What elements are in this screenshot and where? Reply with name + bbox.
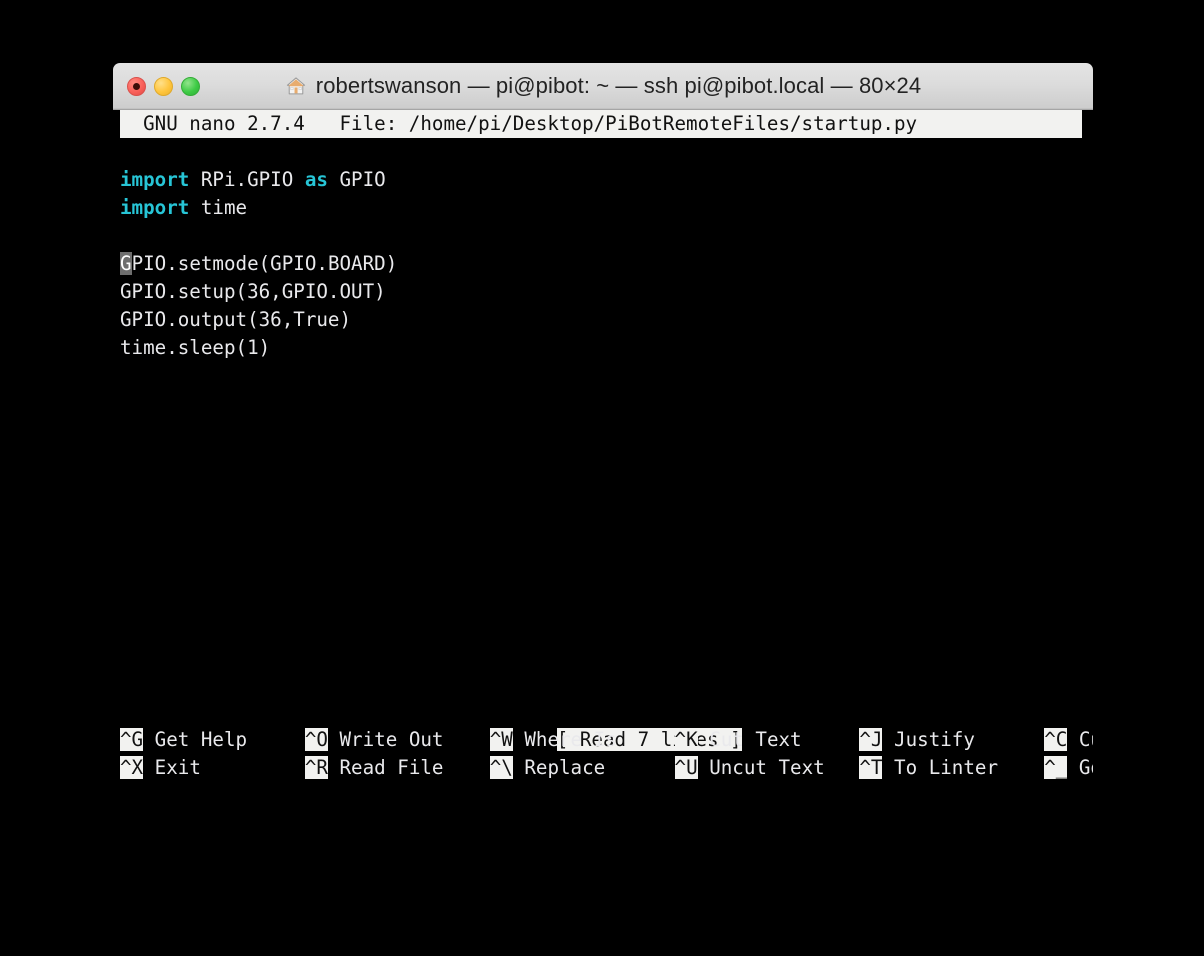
shortcut-key-replace[interactable]: ^\ <box>489 756 513 779</box>
editor-line: import time <box>120 194 1086 222</box>
close-button[interactable] <box>127 76 146 96</box>
shortcut-key-exit[interactable]: ^X <box>120 756 144 779</box>
code-text: GPIO.setup(36,GPIO.OUT) <box>120 280 386 303</box>
shortcut-key-cur-pos[interactable]: ^C <box>1044 728 1068 751</box>
window-controls <box>127 63 200 109</box>
shortcut-key-to-linter[interactable]: ^T <box>859 756 883 779</box>
editor-line: import RPi.GPIO as GPIO <box>120 166 1086 194</box>
shortcut-key-where-is[interactable]: ^W <box>489 728 513 751</box>
shortcut-label-replace[interactable]: Replace <box>513 756 675 779</box>
shortcut-key-write-out[interactable]: ^O <box>304 728 328 751</box>
terminal-screen[interactable]: GNU nano 2.7.4 File: /home/pi/Desktop/Pi… <box>113 110 1093 794</box>
zoom-button[interactable] <box>181 76 200 96</box>
window-titlebar[interactable]: robertswanson — pi@pibot: ~ — ssh pi@pib… <box>113 63 1093 110</box>
editor-line: GPIO.setup(36,GPIO.OUT) <box>120 278 1086 306</box>
shortcut-key-justify[interactable]: ^J <box>859 728 883 751</box>
home-icon <box>286 77 305 95</box>
shortcut-key-uncut-text[interactable]: ^U <box>674 756 698 779</box>
nano-titlebar: GNU nano 2.7.4 File: /home/pi/Desktop/Pi… <box>120 110 1082 138</box>
python-keyword: import <box>120 196 190 219</box>
code-text: GPIO.output(36,True) <box>120 308 352 331</box>
minimize-button[interactable] <box>154 76 173 96</box>
shortcut-label-exit[interactable]: Exit <box>143 756 305 779</box>
code-text: RPi.GPIO <box>189 168 305 191</box>
window-title-group: robertswanson — pi@pibot: ~ — ssh pi@pib… <box>113 63 1093 109</box>
editor-line: time.sleep(1) <box>120 334 1086 362</box>
code-text: time <box>189 196 248 219</box>
shortcut-label-justify[interactable]: Justify <box>882 728 1044 751</box>
shortcut-key-get-help[interactable]: ^G <box>120 728 144 751</box>
window-title: robertswanson — pi@pibot: ~ — ssh pi@pib… <box>315 73 922 98</box>
shortcut-label-read-file[interactable]: Read File <box>328 756 490 779</box>
shortcut-label-go-to-line[interactable]: Go To Line <box>1067 756 1093 779</box>
shortcut-label-cur-pos[interactable]: Cur Pos <box>1067 728 1093 751</box>
python-keyword: as <box>304 168 328 191</box>
editor-line: GPIO.setmode(GPIO.BOARD) <box>120 250 1086 278</box>
desktop-background: robertswanson — pi@pibot: ~ — ssh pi@pib… <box>0 0 1204 956</box>
shortcut-key-read-file[interactable]: ^R <box>304 756 328 779</box>
shortcut-label-cut-text[interactable]: Cut Text <box>698 728 860 751</box>
nano-shortcut-bar: ^G Get Help ^O Write Out ^W Where Is ^K … <box>120 726 1093 782</box>
code-text: time.sleep(1) <box>120 336 271 359</box>
code-text: PIO.setmode(GPIO.BOARD) <box>131 252 398 275</box>
nano-status-line: [ Read 7 lines ] <box>120 698 1086 751</box>
editor-line: GPIO.output(36,True) <box>120 306 1086 334</box>
text-cursor: G <box>120 252 132 275</box>
python-keyword: import <box>120 168 190 191</box>
shortcut-label-to-linter[interactable]: To Linter <box>882 756 1044 779</box>
shortcut-row-1: ^G Get Help ^O Write Out ^W Where Is ^K … <box>120 726 1093 754</box>
shortcut-key-cut-text[interactable]: ^K <box>674 728 698 751</box>
shortcut-row-2: ^X Exit ^R Read File ^\ Replace ^U Uncut… <box>120 754 1093 782</box>
shortcut-label-uncut-text[interactable]: Uncut Text <box>698 756 860 779</box>
code-text: GPIO <box>327 168 386 191</box>
shortcut-label-where-is[interactable]: Where Is <box>513 728 675 751</box>
editor-text-area[interactable]: import RPi.GPIO as GPIO import time GPIO.… <box>120 166 1086 362</box>
shortcut-label-get-help[interactable]: Get Help <box>143 728 305 751</box>
shortcut-key-go-to-line[interactable]: ^_ <box>1044 756 1068 779</box>
terminal-window: robertswanson — pi@pibot: ~ — ssh pi@pib… <box>113 63 1093 794</box>
shortcut-label-write-out[interactable]: Write Out <box>328 728 490 751</box>
